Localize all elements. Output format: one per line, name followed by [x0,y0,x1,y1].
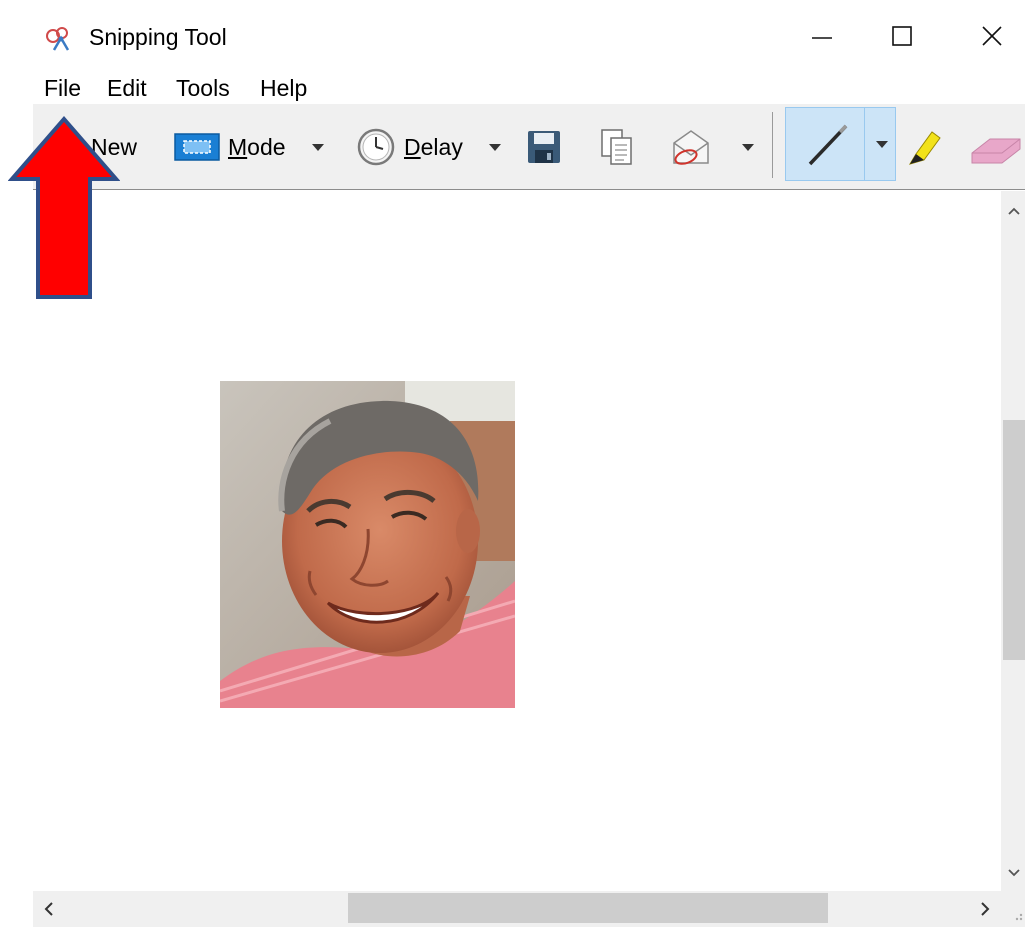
vertical-scroll-thumb[interactable] [1003,420,1025,660]
captured-photo [220,381,515,708]
highlighter-button[interactable] [904,104,944,190]
close-icon [982,26,1002,46]
title-bar: Snipping Tool [0,0,1025,66]
pen-icon [808,124,848,166]
mode-label-mnemonic: M [228,134,248,160]
chevron-left-icon [44,902,53,916]
highlighter-icon [908,131,941,165]
mode-label-rest: ode [247,134,286,160]
pen-dropdown-icon[interactable] [876,141,888,148]
scroll-down-button[interactable] [1003,862,1025,884]
delay-button[interactable]: Delay [356,104,501,190]
mode-button[interactable]: Mode [174,104,324,190]
close-button[interactable] [962,14,1022,58]
chevron-right-icon [981,902,990,916]
chevron-up-icon [1008,207,1020,215]
menu-edit[interactable]: Edit [107,74,147,102]
delay-label-rest: elay [420,134,463,160]
copy-button[interactable] [599,104,635,190]
eraser-button[interactable] [968,104,1025,190]
save-icon [528,131,560,163]
eraser-icon [971,138,1021,164]
delay-label: Delay [404,133,463,161]
maximize-button[interactable] [872,14,932,58]
grip-icon [1015,913,1023,921]
scroll-right-button[interactable] [972,896,998,922]
send-dropdown-icon[interactable] [742,143,754,151]
mode-label: Mode [228,133,286,161]
scroll-up-button[interactable] [1003,200,1025,222]
save-button[interactable] [526,104,562,190]
clock-icon [357,128,395,166]
scroll-left-button[interactable] [36,896,62,922]
mode-rectangle-icon [174,133,220,161]
capture-canvas [33,191,1001,891]
snipping-tool-icon [46,27,70,51]
resize-grip[interactable] [1001,891,1025,927]
toolbar-separator [772,112,773,178]
window-title: Snipping Tool [89,24,227,50]
maximize-icon [892,26,912,46]
mode-dropdown-icon[interactable] [311,143,324,151]
menu-help[interactable]: Help [260,74,307,102]
menu-bar: File Edit Tools Help [0,66,1025,104]
delay-label-mnemonic: D [404,134,421,160]
chevron-down-icon [1008,869,1020,877]
annotation-arrow-up [8,115,120,299]
minimize-icon [812,37,832,39]
horizontal-scroll-thumb[interactable] [348,893,828,923]
pen-split-divider [864,108,865,180]
send-button[interactable] [668,104,754,190]
minimize-button[interactable] [792,14,852,58]
menu-file[interactable]: File [44,74,81,102]
send-email-icon [673,130,709,165]
copy-icon [601,129,632,165]
delay-dropdown-icon[interactable] [488,143,501,151]
menu-tools[interactable]: Tools [176,74,230,102]
